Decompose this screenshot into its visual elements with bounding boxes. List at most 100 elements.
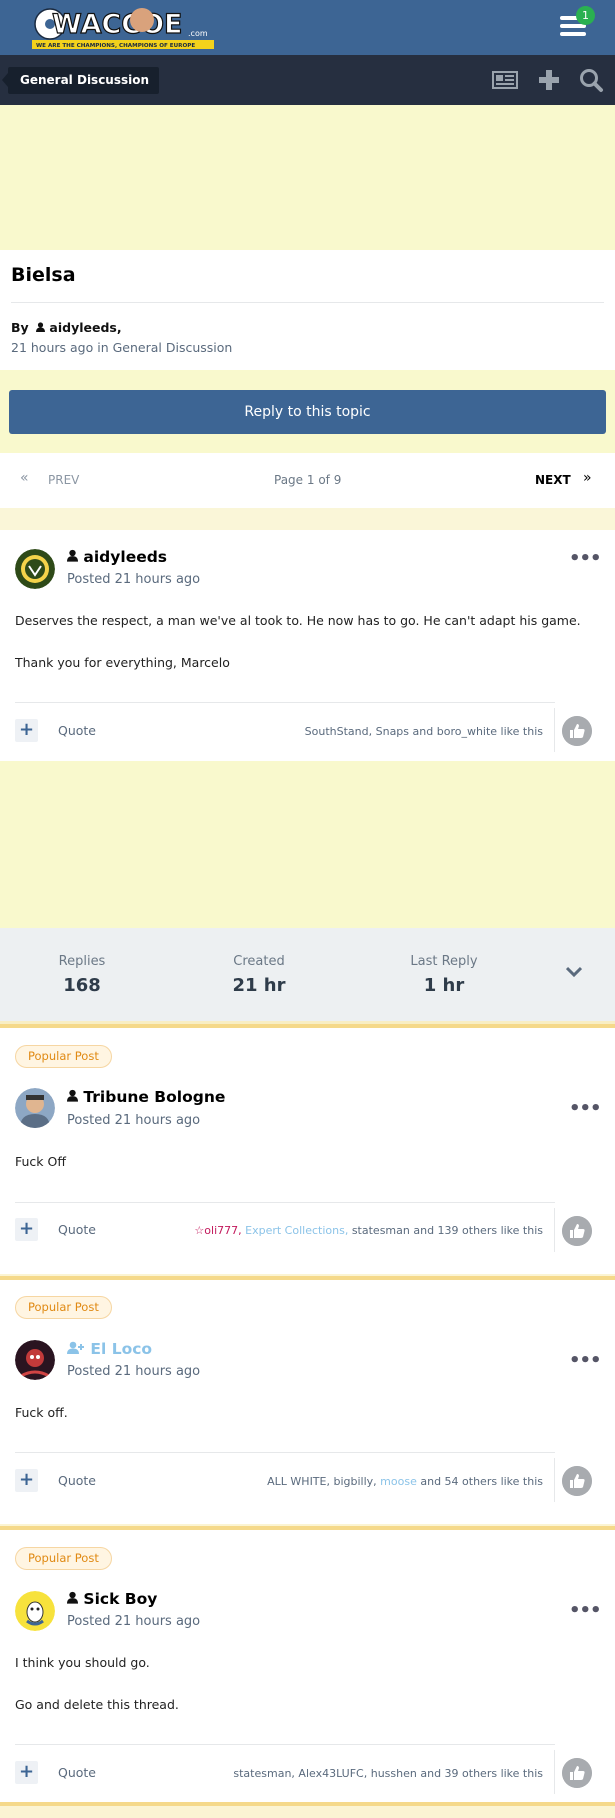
search-icon[interactable] xyxy=(578,67,604,93)
divider xyxy=(15,1744,555,1745)
site-logo[interactable]: WACCOE .com WE ARE THE CHAMPIONS, CHAMPI… xyxy=(32,4,214,50)
post-text: Fuck Off xyxy=(15,1154,66,1169)
user-plus-icon xyxy=(67,1341,84,1354)
replies-label: Replies xyxy=(58,954,106,969)
spacer xyxy=(0,1806,615,1818)
liker-link[interactable]: husshen xyxy=(371,1767,417,1780)
post-date: Posted 21 hours ago xyxy=(67,572,201,587)
popular-post-badge: Popular Post xyxy=(15,1296,112,1319)
chevron-down-icon[interactable] xyxy=(566,966,582,978)
post: Popular Post Tribune Bologne Posted 21 h… xyxy=(0,1028,615,1274)
likes-tail: and 139 others like this xyxy=(409,1224,543,1237)
last-page-icon[interactable]: » xyxy=(583,470,592,486)
liker-link[interactable]: Snaps xyxy=(376,725,409,738)
likes-tail: and 39 others like this xyxy=(416,1767,543,1780)
breadcrumb[interactable]: General Discussion xyxy=(1,67,160,94)
navigation-bar: General Discussion xyxy=(0,55,615,105)
post-options-icon[interactable]: ••• xyxy=(569,1098,602,1119)
post-author[interactable]: Sick Boy xyxy=(67,1590,157,1608)
liker-link[interactable]: bigbilly, xyxy=(333,1475,376,1488)
post-text: I think you should go. xyxy=(15,1655,150,1670)
author-name[interactable]: El Loco xyxy=(90,1340,152,1358)
created-label: Created xyxy=(233,954,285,969)
liker-link[interactable]: statesman, xyxy=(233,1767,295,1780)
site-header: WACCOE .com WE ARE THE CHAMPIONS, CHAMPI… xyxy=(0,0,615,55)
divider xyxy=(11,302,604,303)
spacer xyxy=(0,508,615,530)
user-icon xyxy=(67,1089,78,1102)
like-thumb-icon[interactable] xyxy=(562,1466,592,1496)
create-plus-icon[interactable] xyxy=(536,67,562,93)
avatar[interactable] xyxy=(15,1340,55,1380)
author-name[interactable]: Sick Boy xyxy=(83,1590,157,1608)
multiquote-plus-button[interactable]: + xyxy=(15,1469,38,1492)
last-reply-label: Last Reply xyxy=(410,954,478,969)
logo-suffix: .com xyxy=(188,29,208,38)
liker-link[interactable]: statesman xyxy=(352,1224,410,1237)
post-text: Thank you for everything, Marcelo xyxy=(15,655,230,670)
likes-tail: like this xyxy=(497,725,543,738)
topic-forum-link[interactable]: General Discussion xyxy=(113,340,233,355)
post-options-icon[interactable]: ••• xyxy=(569,1600,602,1621)
like-thumb-icon[interactable] xyxy=(562,1216,592,1246)
pagination-bar: « PREV Page 1 of 9 NEXT » xyxy=(0,453,615,508)
post-options-icon[interactable]: ••• xyxy=(569,548,602,569)
post: Popular Post Sick Boy Posted 21 hours ag… xyxy=(0,1530,615,1802)
replies-count: 168 xyxy=(63,975,101,996)
liker-link[interactable]: Alex43LUFC, xyxy=(298,1767,367,1780)
liker-link[interactable]: ALL WHITE, xyxy=(267,1475,330,1488)
divider xyxy=(15,702,555,703)
post-author[interactable]: Tribune Bologne xyxy=(67,1088,225,1106)
likes-summary: ALL WHITE, bigbilly, moose and 54 others… xyxy=(267,1475,543,1488)
multiquote-plus-button[interactable]: + xyxy=(15,719,38,742)
post-author[interactable]: El Loco xyxy=(67,1340,152,1358)
avatar[interactable] xyxy=(15,549,55,589)
likes-tail: and 54 others like this xyxy=(416,1475,543,1488)
page-indicator[interactable]: Page 1 of 9 xyxy=(274,473,341,487)
multiquote-plus-button[interactable]: + xyxy=(15,1761,38,1784)
post-author[interactable]: aidyleeds xyxy=(67,548,167,566)
in-label: in xyxy=(97,340,109,355)
post-options-icon[interactable]: ••• xyxy=(569,1350,602,1371)
divider xyxy=(15,1202,555,1203)
prev-link[interactable]: PREV xyxy=(48,473,79,487)
liker-link[interactable]: SouthStand, xyxy=(305,725,372,738)
divider xyxy=(554,1750,555,1794)
topic-author[interactable]: aidyleeds, xyxy=(49,320,121,335)
topic-byline: By aidyleeds, xyxy=(11,320,122,335)
next-link[interactable]: NEXT xyxy=(535,473,571,487)
liker-link[interactable]: Expert Collections, xyxy=(245,1224,348,1237)
quote-button[interactable]: Quote xyxy=(58,723,96,738)
topic-stats: Replies 168 Created 21 hr Last Reply 1 h… xyxy=(0,928,615,1021)
avatar[interactable] xyxy=(15,1591,55,1631)
like-thumb-icon[interactable] xyxy=(562,716,592,746)
post-text: Fuck off. xyxy=(15,1405,68,1420)
last-reply-value: 1 hr xyxy=(423,975,465,996)
topic-header: Bielsa By aidyleeds, 21 hours ago in Gen… xyxy=(0,250,615,370)
liker-link[interactable]: boro_white xyxy=(437,725,497,738)
quote-button[interactable]: Quote xyxy=(58,1473,96,1488)
topic-meta: 21 hours ago in General Discussion xyxy=(11,340,232,355)
created-value: 21 hr xyxy=(232,975,286,996)
divider xyxy=(15,1452,555,1453)
quote-button[interactable]: Quote xyxy=(58,1222,96,1237)
reply-to-topic-button[interactable]: Reply to this topic xyxy=(9,390,606,434)
liker-link[interactable]: oli777, xyxy=(204,1224,241,1237)
post-date: Posted 21 hours ago xyxy=(67,1364,201,1379)
quote-button[interactable]: Quote xyxy=(58,1765,96,1780)
divider xyxy=(554,708,555,752)
liker-link[interactable]: moose xyxy=(380,1475,417,1488)
likes-summary: ☆oli777, Expert Collections, statesman a… xyxy=(194,1224,543,1237)
activity-stream-icon[interactable] xyxy=(492,67,518,93)
post: aidyleeds Posted 21 hours ago ••• Deserv… xyxy=(0,530,615,761)
post-text: Deserves the respect, a man we've al too… xyxy=(15,613,581,628)
logo-text: WACCOE xyxy=(52,9,183,40)
author-name[interactable]: Tribune Bologne xyxy=(83,1088,225,1106)
multiquote-plus-button[interactable]: + xyxy=(15,1218,38,1241)
user-icon xyxy=(67,549,78,562)
first-page-icon[interactable]: « xyxy=(20,470,29,486)
advertisement-banner xyxy=(0,105,615,250)
like-thumb-icon[interactable] xyxy=(562,1758,592,1788)
author-name[interactable]: aidyleeds xyxy=(83,548,167,566)
avatar[interactable] xyxy=(15,1088,55,1128)
